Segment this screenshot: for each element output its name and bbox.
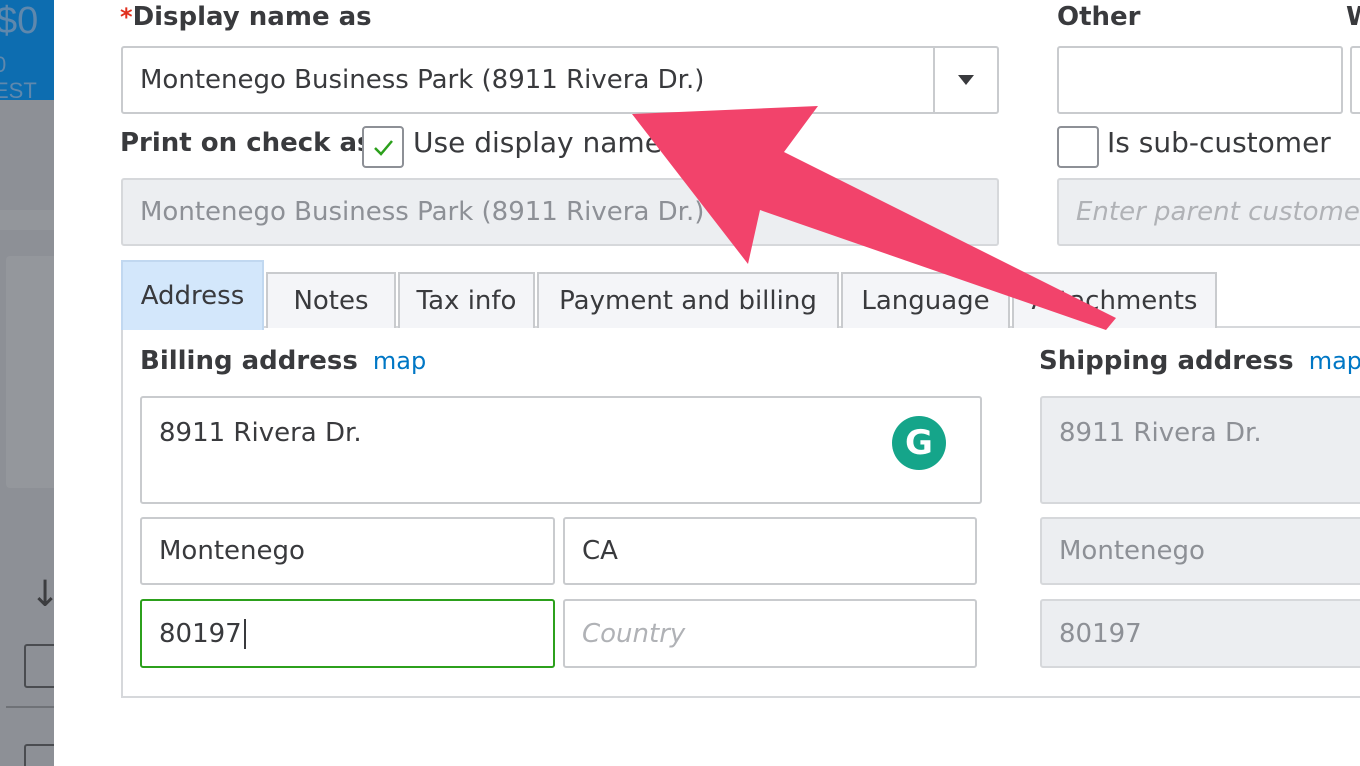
annotation-arrow-icon — [632, 106, 1116, 330]
